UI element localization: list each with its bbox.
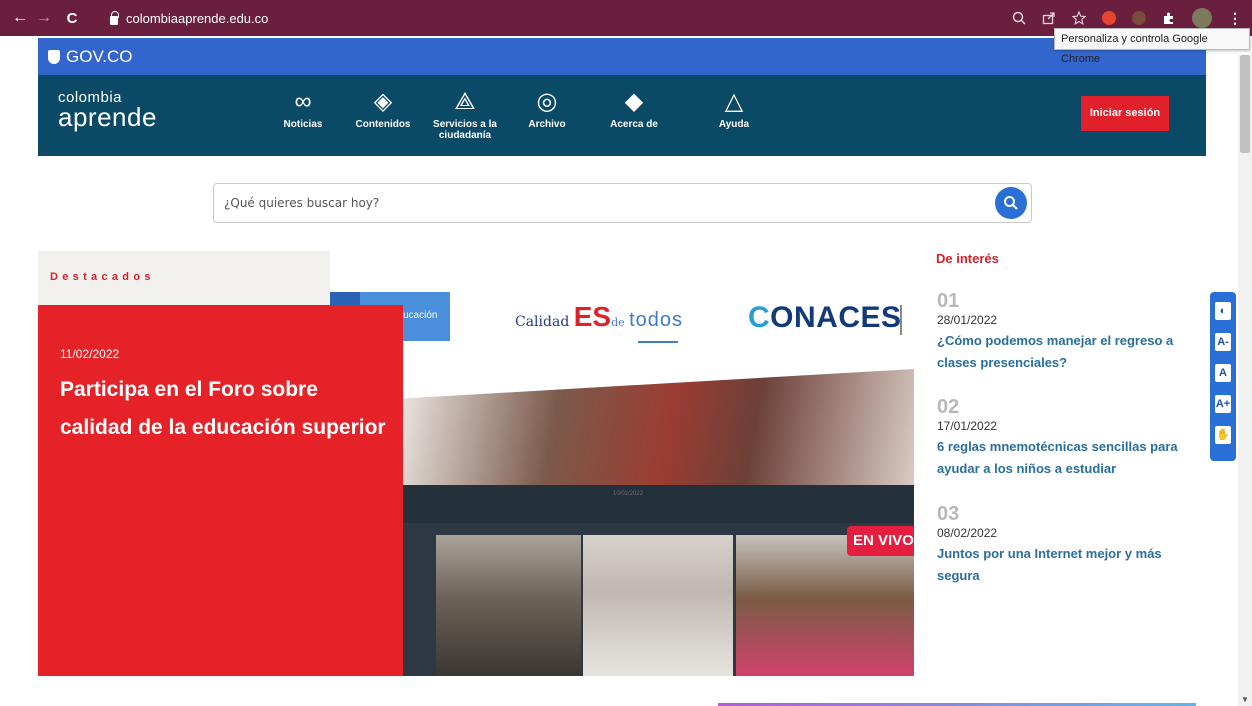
sign-language-icon[interactable]: ✋ xyxy=(1215,426,1231,444)
lock-icon xyxy=(110,10,119,25)
scroll-thumb[interactable] xyxy=(1240,55,1250,153)
nav-noticias[interactable]: ∞ Noticias xyxy=(258,85,348,130)
increase-font-icon[interactable]: A+ xyxy=(1215,395,1231,413)
address-bar[interactable]: colombiaaprende.edu.co xyxy=(110,7,268,29)
decrease-font-icon[interactable]: A- xyxy=(1215,333,1231,351)
featured-date: 11/02/2022 xyxy=(60,347,120,361)
interes-link[interactable]: 6 reglas mnemotécnicas sencillas para ay… xyxy=(937,436,1192,480)
gov-label: GOV.CO xyxy=(66,46,133,66)
circles-icon: ◎ xyxy=(536,88,558,115)
gov-shield-icon xyxy=(48,49,60,64)
login-button[interactable]: Iniciar sesión xyxy=(1081,96,1169,131)
extension-icon[interactable] xyxy=(1132,11,1146,25)
back-icon[interactable]: ← xyxy=(8,9,32,27)
nav-archivo[interactable]: ◎ Archivo xyxy=(502,85,592,130)
contrast-icon[interactable]: ◐ xyxy=(1215,302,1231,320)
hero-photo xyxy=(403,369,914,487)
de-interes-title: De interés xyxy=(936,251,999,266)
star-icon[interactable] xyxy=(1072,11,1086,25)
interes-link[interactable]: Juntos por una Internet mejor y más segu… xyxy=(937,543,1192,587)
scroll-down-icon[interactable]: ▼ xyxy=(1241,695,1249,704)
conaces-logo: CONACES xyxy=(748,301,902,334)
live-badge: EN VIVO xyxy=(847,526,914,556)
gov-co-bar[interactable]: GOV.CO xyxy=(38,38,1206,75)
hero-banner[interactable]: ucación Calidad ESde todos CONACES 10/02… xyxy=(330,251,914,676)
interes-item: 01 28/01/2022 ¿Cómo podemos manejar el r… xyxy=(937,290,1192,374)
tooltip: Personaliza y controla Google Chrome xyxy=(1054,28,1250,65)
share-icon[interactable] xyxy=(1042,11,1056,25)
divider xyxy=(900,305,902,335)
featured-headline[interactable]: Participa en el Foro sobre calidad de la… xyxy=(60,371,390,447)
search-button[interactable] xyxy=(995,187,1027,219)
chrome-menu-icon[interactable]: ⋮ xyxy=(1228,10,1242,27)
search-icon xyxy=(1004,196,1018,210)
nav-servicios[interactable]: ⟁ Servicios a la ciudadanía xyxy=(420,85,510,141)
puzzle-icon[interactable] xyxy=(1162,11,1176,25)
nav-acerca-de[interactable]: ◆ Acerca de xyxy=(589,85,679,130)
search-input[interactable] xyxy=(214,184,974,222)
scrollbar[interactable]: ▼ xyxy=(1238,55,1252,706)
interes-item: 02 17/01/2022 6 reglas mnemotécnicas sen… xyxy=(937,396,1192,480)
featured-card[interactable]: 11/02/2022 Participa en el Foro sobre ca… xyxy=(38,305,403,676)
calidad-es-de-todos-logo: Calidad ESde todos xyxy=(515,301,684,332)
accessibility-toolbar: ◐ A- A A+ ✋ xyxy=(1210,292,1236,461)
forward-icon[interactable]: → xyxy=(32,9,56,27)
diamond-icon: ◈ xyxy=(373,88,393,115)
destacados-header: Destacados xyxy=(38,251,330,309)
triangle-icon: △ xyxy=(724,88,744,115)
underline-decoration xyxy=(638,341,678,343)
site-header: colombia aprende ∞ Noticias ◈ Contenidos… xyxy=(38,75,1206,156)
extension-icon[interactable] xyxy=(1102,11,1116,25)
normal-font-icon[interactable]: A xyxy=(1215,364,1231,382)
nav-ayuda[interactable]: △ Ayuda xyxy=(689,85,779,130)
interes-link[interactable]: ¿Cómo podemos manejar el regreso a clase… xyxy=(937,330,1192,374)
eye-icon: ◆ xyxy=(624,88,644,115)
destacados-title: Destacados xyxy=(50,271,155,283)
triangles-icon: ⟁ xyxy=(454,88,476,115)
search-bar xyxy=(213,183,1032,223)
infinity-icon: ∞ xyxy=(294,88,312,115)
video-screen: 10/02/2022 xyxy=(403,485,914,676)
interes-item: 03 08/02/2022 Juntos por una Internet me… xyxy=(937,503,1192,587)
speaker-photo xyxy=(736,535,914,676)
speaker-photo xyxy=(436,535,581,676)
nav-contenidos[interactable]: ◈ Contenidos xyxy=(338,85,428,130)
colombia-aprende-logo[interactable]: colombia aprende xyxy=(58,90,157,130)
reload-icon[interactable]: C xyxy=(60,10,84,27)
zoom-icon[interactable] xyxy=(1012,11,1026,25)
speaker-photo xyxy=(583,535,733,676)
url-text: colombiaaprende.edu.co xyxy=(126,10,269,26)
profile-avatar[interactable] xyxy=(1192,8,1212,28)
